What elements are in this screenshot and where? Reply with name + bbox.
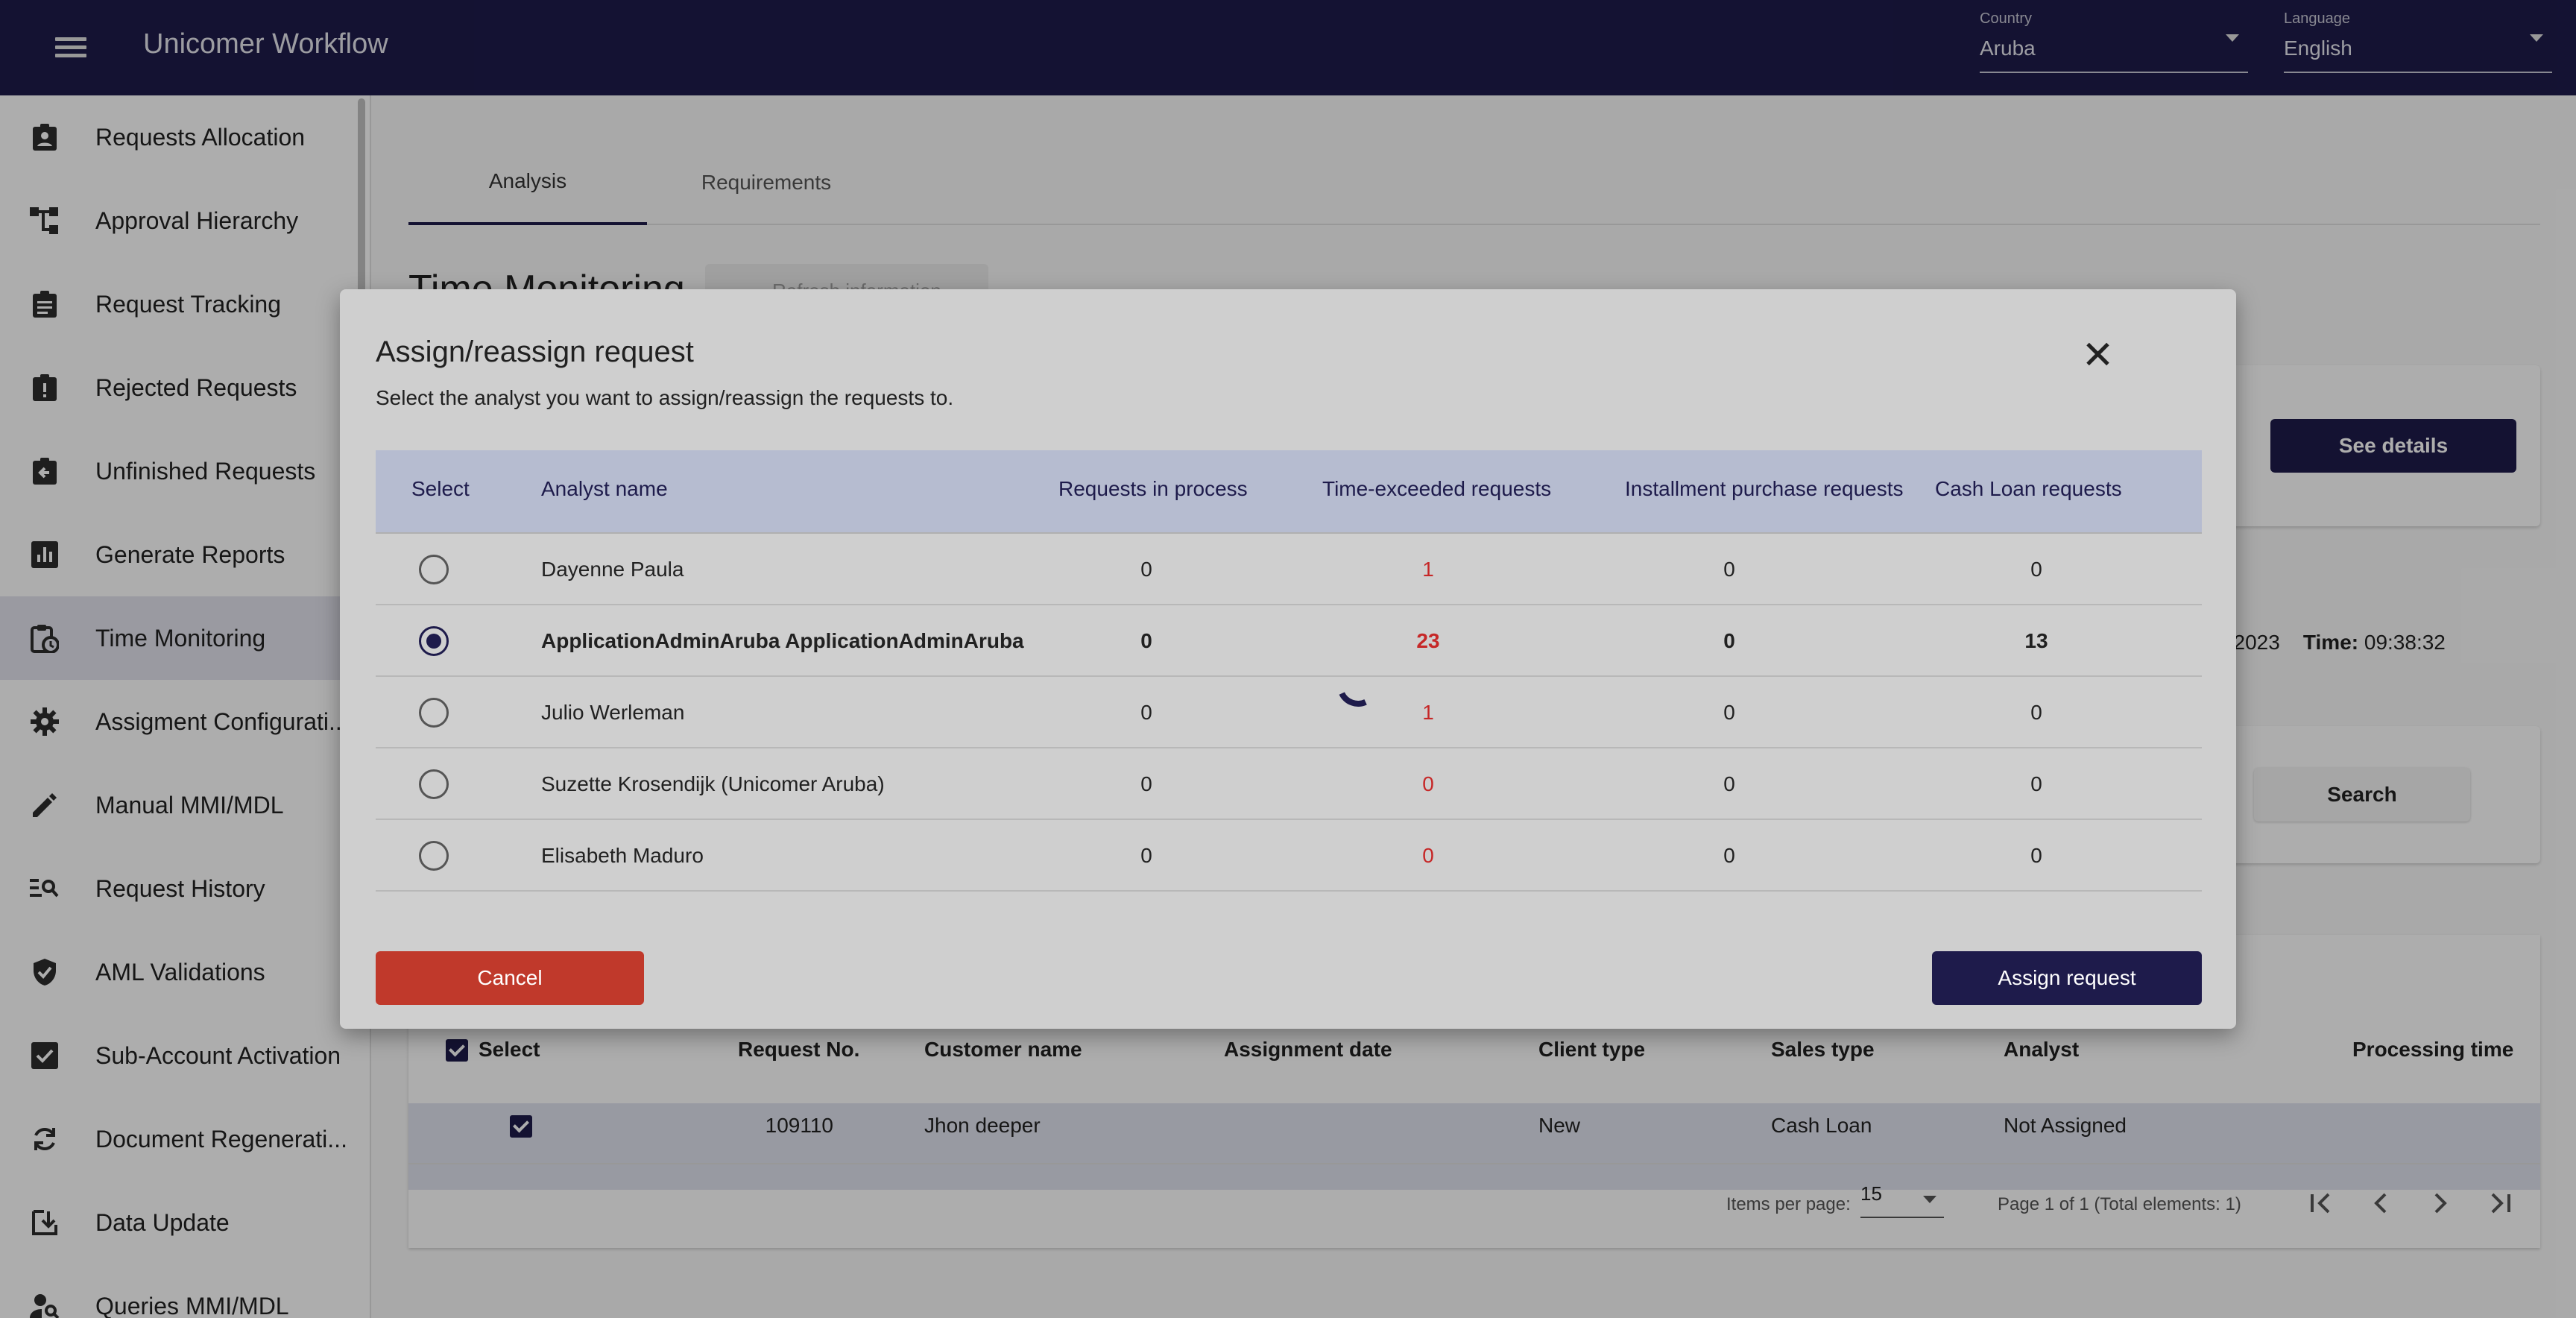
requests-in-process: 0 <box>1140 629 1152 652</box>
assign-request-dialog: Assign/reassign request Select the analy… <box>340 289 2236 1029</box>
analyst-radio[interactable] <box>419 626 449 656</box>
analyst-row[interactable]: ApplicationAdminAruba ApplicationAdminAr… <box>376 605 2202 677</box>
assign-request-button[interactable]: Assign request <box>1932 951 2202 1005</box>
requests-in-process: 0 <box>1140 772 1152 795</box>
col-time-exceeded: Time-exceeded requests <box>1322 477 1552 500</box>
col-analyst-name: Analyst name <box>541 477 668 500</box>
cancel-button[interactable]: Cancel <box>376 951 644 1005</box>
analyst-name: Suzette Krosendijk (Unicomer Aruba) <box>541 772 885 795</box>
dialog-title: Assign/reassign request <box>376 335 694 368</box>
cash-loan: 0 <box>2030 772 2042 795</box>
cash-loan: 0 <box>2030 844 2042 867</box>
analyst-row[interactable]: Julio Werleman 0 1 0 0 <box>376 677 2202 748</box>
time-exceeded: 23 <box>1416 629 1440 652</box>
analyst-radio[interactable] <box>419 841 449 871</box>
installment-purchase: 0 <box>1723 844 1735 867</box>
analyst-name: Dayenne Paula <box>541 558 684 581</box>
requests-in-process: 0 <box>1140 844 1152 867</box>
col-installment-purchase: Installment purchase requests <box>1625 477 1904 500</box>
analyst-row[interactable]: Elisabeth Maduro 0 0 0 0 <box>376 820 2202 892</box>
installment-purchase: 0 <box>1723 772 1735 795</box>
analyst-table-header: Select Analyst name Requests in process … <box>376 450 2202 534</box>
analyst-name: Elisabeth Maduro <box>541 844 704 867</box>
requests-in-process: 0 <box>1140 701 1152 724</box>
analyst-row[interactable]: Suzette Krosendijk (Unicomer Aruba) 0 0 … <box>376 748 2202 820</box>
analyst-name: ApplicationAdminAruba ApplicationAdminAr… <box>541 629 1024 652</box>
close-icon[interactable] <box>2083 338 2112 368</box>
col-requests-in-process: Requests in process <box>1058 477 1248 500</box>
time-exceeded: 0 <box>1422 844 1434 867</box>
time-exceeded: 0 <box>1422 772 1434 795</box>
cash-loan: 0 <box>2030 558 2042 581</box>
installment-purchase: 0 <box>1723 558 1735 581</box>
dialog-subtitle: Select the analyst you want to assign/re… <box>376 386 954 409</box>
time-exceeded: 1 <box>1422 701 1434 724</box>
installment-purchase: 0 <box>1723 629 1735 652</box>
requests-in-process: 0 <box>1140 558 1152 581</box>
analyst-radio[interactable] <box>419 698 449 728</box>
cash-loan: 0 <box>2030 701 2042 724</box>
time-exceeded: 1 <box>1422 558 1434 581</box>
analyst-radio[interactable] <box>419 769 449 799</box>
installment-purchase: 0 <box>1723 701 1735 724</box>
analyst-radio[interactable] <box>419 555 449 584</box>
analyst-row[interactable]: Dayenne Paula 0 1 0 0 <box>376 534 2202 605</box>
analyst-name: Julio Werleman <box>541 701 685 724</box>
cash-loan: 13 <box>2024 629 2048 652</box>
col-select: Select <box>411 477 470 500</box>
col-cash-loan: Cash Loan requests <box>1935 477 2122 500</box>
